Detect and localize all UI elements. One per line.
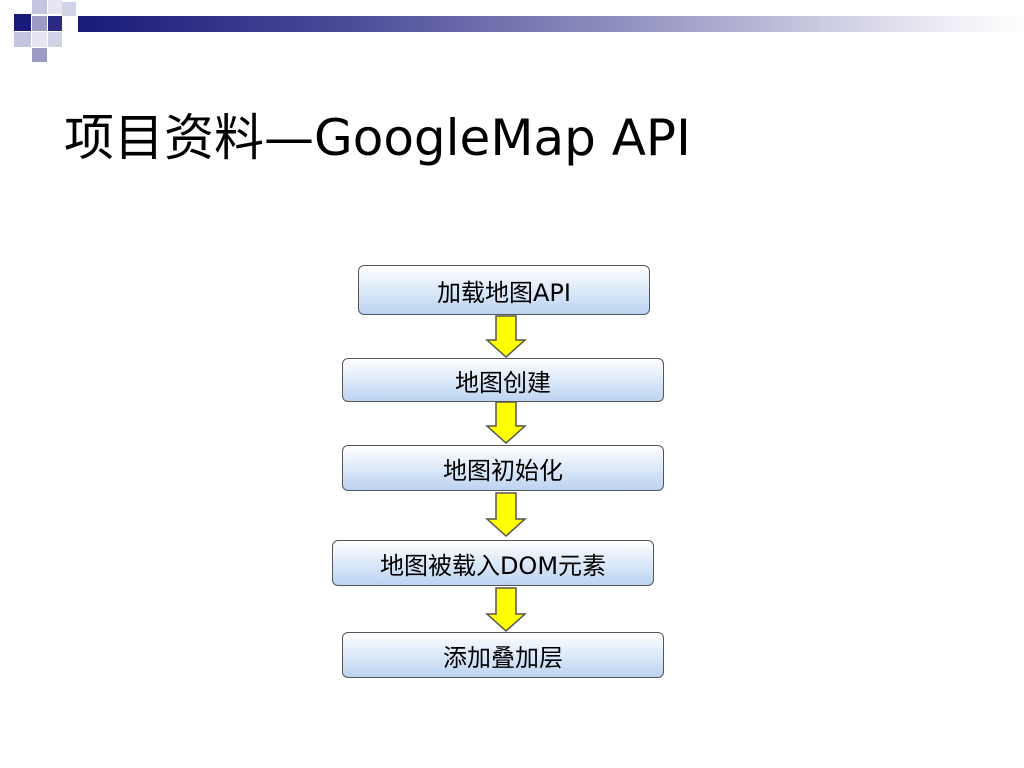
- deco-square-lavender-2: [48, 0, 62, 14]
- flow-step-label: 加载地图API: [437, 278, 571, 307]
- flow-step-label: 地图初始化: [443, 456, 563, 485]
- down-arrow-icon: [485, 587, 527, 633]
- flow-step-load-api: 加载地图API: [358, 265, 650, 315]
- flow-step-label: 添加叠加层: [443, 643, 563, 672]
- deco-square-lavender-3: [62, 2, 76, 16]
- down-arrow-icon: [485, 315, 527, 359]
- deco-square-navy-2: [48, 16, 62, 31]
- deco-square-lavender-5: [14, 32, 31, 47]
- slide-title: 项目资料—GoogleMap API: [64, 109, 691, 167]
- down-arrow-icon: [485, 401, 527, 445]
- deco-square-lavender-1: [32, 0, 47, 14]
- flow-step-map-create: 地图创建: [342, 358, 664, 402]
- deco-square-lavender-4: [32, 16, 47, 31]
- header-gradient-bar: [78, 16, 1024, 32]
- flow-step-load-dom: 地图被载入DOM元素: [332, 540, 654, 586]
- corner-decoration: [0, 0, 80, 64]
- deco-square-lavender-7: [48, 32, 62, 47]
- deco-square-navy-1: [14, 14, 31, 31]
- deco-square-lavender-6: [32, 32, 47, 47]
- flow-step-label: 地图被载入DOM元素: [379, 551, 607, 580]
- flow-step-add-overlay: 添加叠加层: [342, 632, 664, 678]
- deco-square-lavender-8: [32, 48, 47, 62]
- flow-step-map-init: 地图初始化: [342, 445, 664, 491]
- down-arrow-icon: [485, 492, 527, 538]
- flow-step-label: 地图创建: [455, 368, 551, 397]
